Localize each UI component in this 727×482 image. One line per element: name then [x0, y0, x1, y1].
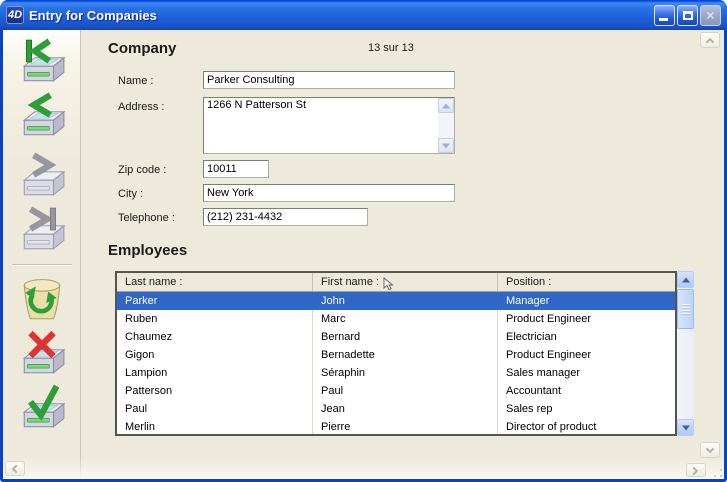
next-record-button[interactable] — [16, 152, 68, 200]
table-row[interactable]: Parker John Manager — [117, 292, 675, 310]
arrow-down-icon — [706, 445, 714, 453]
table-scroll-up-button[interactable] — [677, 271, 694, 288]
table-row[interactable]: Ruben Marc Product Engineer — [117, 310, 675, 328]
cancel-icon — [16, 330, 68, 378]
toolbar-divider — [12, 264, 72, 266]
arrow-down-icon — [442, 143, 450, 148]
city-field-label: City : — [118, 188, 143, 200]
employees-section-heading: Employees — [108, 242, 187, 259]
address-field: 1266 N Patterson St — [203, 97, 455, 154]
record-toolbar — [3, 30, 81, 479]
address-input[interactable]: 1266 N Patterson St — [204, 98, 438, 153]
maximize-icon — [683, 11, 693, 20]
previous-record-button[interactable] — [16, 92, 68, 140]
resize-grip[interactable] — [710, 466, 724, 479]
first-record-button[interactable] — [16, 38, 68, 86]
zip-code-field-label: Zip code : — [118, 164, 166, 176]
column-header-last-name[interactable]: Last name : — [117, 273, 313, 291]
employees-table: Last name : First name : Position : Park… — [115, 271, 677, 436]
table-scroll-down-button[interactable] — [677, 419, 694, 436]
column-header-first-name[interactable]: First name : — [313, 273, 498, 291]
arrow-right-icon — [690, 467, 698, 475]
accept-icon — [16, 384, 68, 432]
telephone-field-label: Telephone : — [118, 212, 175, 224]
arrow-left-icon — [12, 465, 20, 473]
4d-logo-icon: 4D — [6, 6, 24, 24]
close-icon: × — [701, 7, 720, 23]
name-input[interactable] — [203, 71, 455, 89]
table-scrollbar-thumb[interactable] — [677, 289, 694, 329]
telephone-input[interactable] — [203, 208, 368, 226]
bottom-fade — [3, 457, 724, 479]
window-title: Entry for Companies — [29, 8, 654, 23]
zip-code-input[interactable] — [203, 160, 269, 178]
address-scrollbar — [438, 98, 454, 153]
address-scroll-up-button[interactable] — [438, 98, 454, 113]
arrow-up-icon — [706, 38, 714, 46]
arrow-up-icon — [442, 103, 450, 108]
last-record-icon — [16, 206, 68, 254]
delete-record-button[interactable] — [16, 276, 68, 324]
thumb-grip-icon — [682, 304, 690, 315]
window-scroll-left-button[interactable] — [5, 461, 25, 476]
table-row[interactable]: Lampion Séraphin Sales manager — [117, 364, 675, 382]
table-row[interactable]: Patterson Paul Accountant — [117, 382, 675, 400]
table-row[interactable]: Gigon Bernadette Product Engineer — [117, 346, 675, 364]
employees-table-scrollbar — [677, 271, 694, 436]
last-record-button[interactable] — [16, 206, 68, 254]
application-window: 4D Entry for Companies × — [0, 0, 727, 482]
minimize-icon — [659, 18, 668, 21]
table-row[interactable]: Chaumez Bernard Electrician — [117, 328, 675, 346]
next-record-icon — [16, 152, 68, 200]
close-button[interactable]: × — [700, 5, 721, 26]
window-scroll-down-button[interactable] — [700, 442, 720, 458]
address-scroll-down-button[interactable] — [438, 138, 454, 153]
record-counter: 13 sur 13 — [368, 42, 414, 54]
company-section-heading: Company — [108, 40, 176, 57]
client-area: Company 13 sur 13 Name : Address : 1266 … — [3, 30, 724, 479]
employees-table-header: Last name : First name : Position : — [117, 273, 675, 292]
first-record-icon — [16, 38, 68, 86]
maximize-button[interactable] — [677, 5, 698, 26]
arrow-up-icon — [682, 277, 690, 282]
cancel-button[interactable] — [16, 330, 68, 378]
address-field-label: Address : — [118, 101, 164, 113]
window-scroll-right-button[interactable] — [686, 463, 706, 477]
name-field-label: Name : — [118, 75, 153, 87]
accept-button[interactable] — [16, 384, 68, 432]
column-header-position[interactable]: Position : — [498, 273, 675, 291]
previous-record-icon — [16, 92, 68, 140]
table-row[interactable]: Merlin Pierre Director of product — [117, 418, 675, 436]
delete-record-icon — [16, 276, 68, 324]
table-row[interactable]: Paul Jean Sales rep — [117, 400, 675, 418]
minimize-button[interactable] — [654, 5, 675, 26]
arrow-down-icon — [682, 425, 690, 430]
window-scroll-up-button[interactable] — [700, 32, 720, 48]
titlebar[interactable]: 4D Entry for Companies × — [0, 0, 727, 30]
city-input[interactable] — [203, 184, 455, 202]
